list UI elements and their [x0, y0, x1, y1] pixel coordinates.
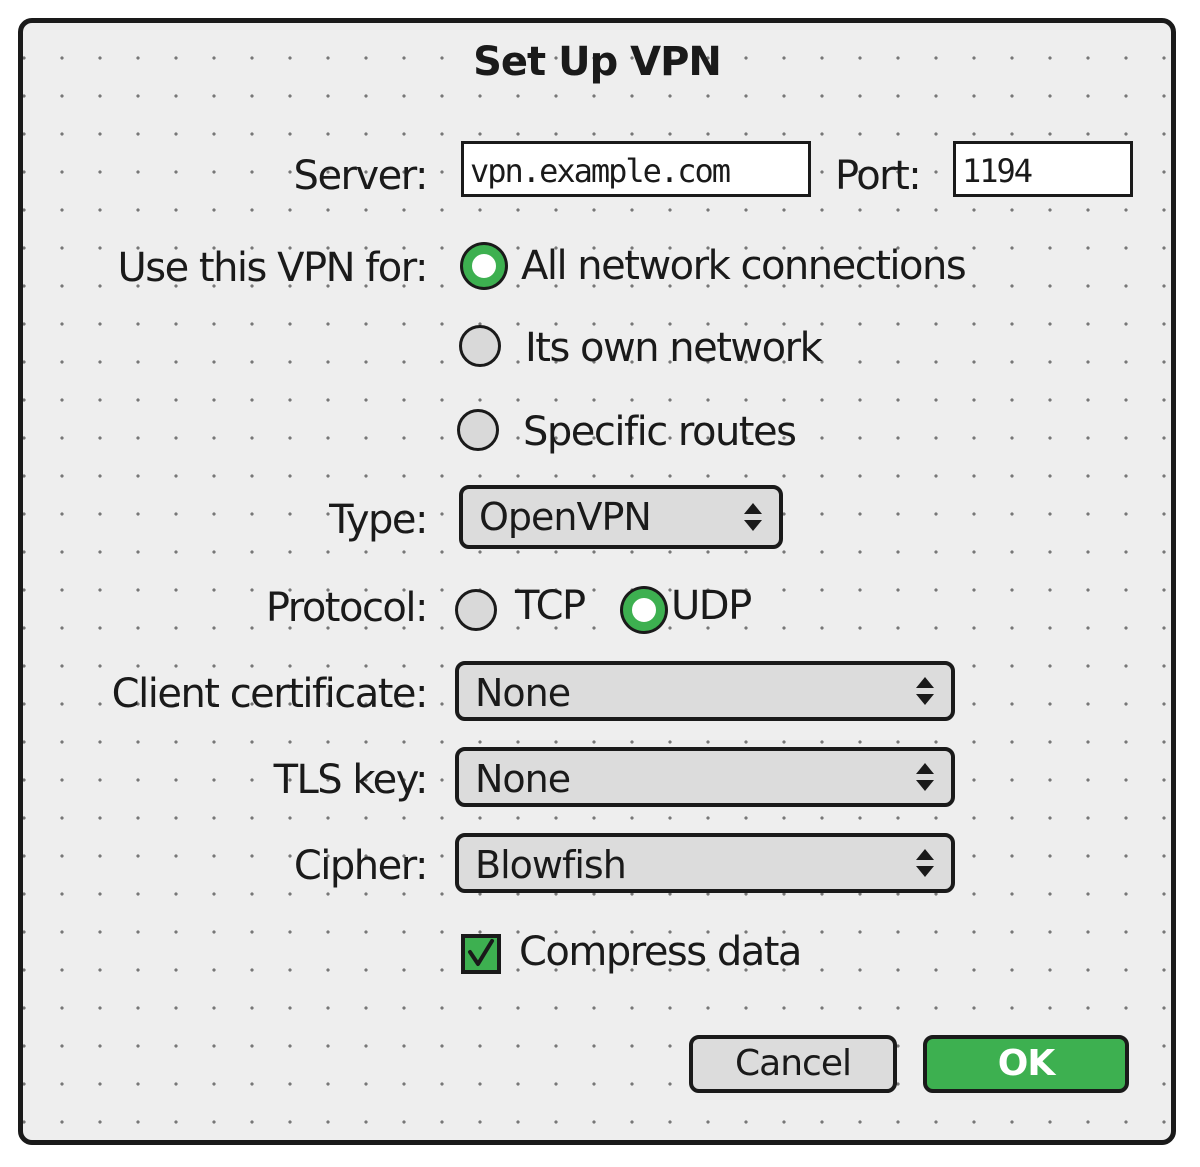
- port-label: Port:: [835, 153, 922, 199]
- tls-key-value: None: [475, 757, 571, 801]
- cancel-button[interactable]: Cancel: [689, 1035, 897, 1093]
- cipher-value: Blowfish: [475, 843, 627, 887]
- cipher-label: Cipher:: [293, 843, 429, 889]
- cipher-select[interactable]: Blowfish: [455, 833, 955, 893]
- compress-data-checkbox[interactable]: [461, 934, 501, 974]
- checkmark-icon: [468, 939, 494, 966]
- dialog-title: Set Up VPN: [473, 39, 722, 85]
- server-label: Server:: [293, 153, 429, 199]
- radio-specific-routes[interactable]: [457, 409, 499, 451]
- select-stepper-icon: [744, 503, 762, 531]
- tls-key-label: TLS key:: [273, 757, 429, 803]
- radio-own-network-label[interactable]: Its own network: [525, 325, 823, 371]
- use-for-label: Use this VPN for:: [117, 245, 428, 291]
- radio-udp[interactable]: [623, 589, 665, 631]
- server-input[interactable]: vpn.example.com: [461, 141, 811, 197]
- vpn-setup-dialog: Set Up VPN Server: vpn.example.com Port:…: [18, 18, 1176, 1145]
- type-label: Type:: [329, 497, 428, 543]
- type-select-value: OpenVPN: [479, 495, 652, 539]
- radio-tcp-label[interactable]: TCP: [515, 583, 586, 629]
- select-stepper-icon: [916, 677, 934, 705]
- radio-udp-label[interactable]: UDP: [671, 583, 752, 629]
- radio-all-connections[interactable]: [463, 245, 505, 287]
- ok-button[interactable]: OK: [923, 1035, 1129, 1093]
- type-select[interactable]: OpenVPN: [459, 485, 783, 549]
- client-certificate-value: None: [475, 671, 571, 715]
- tls-key-select[interactable]: None: [455, 747, 955, 807]
- protocol-label: Protocol:: [265, 585, 429, 631]
- select-stepper-icon: [916, 849, 934, 877]
- compress-data-label[interactable]: Compress data: [519, 929, 802, 975]
- radio-tcp[interactable]: [455, 589, 497, 631]
- client-certificate-select[interactable]: None: [455, 661, 955, 721]
- radio-all-connections-label[interactable]: All network connections: [521, 243, 967, 289]
- radio-own-network[interactable]: [459, 325, 501, 367]
- select-stepper-icon: [916, 763, 934, 791]
- client-certificate-label: Client certificate:: [111, 671, 429, 717]
- radio-specific-routes-label[interactable]: Specific routes: [523, 409, 797, 455]
- port-input[interactable]: 1194: [953, 141, 1133, 197]
